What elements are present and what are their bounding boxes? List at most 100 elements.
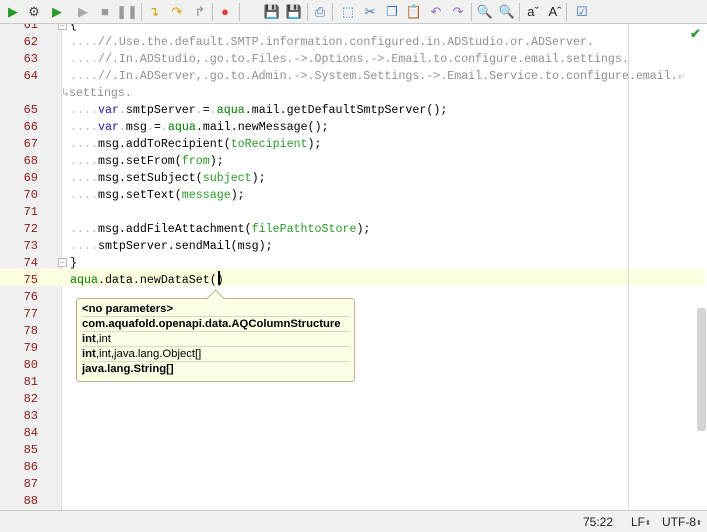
code-editor[interactable]: 61 {62 ....//.Use.the.default.SMTP.informa… — [0, 24, 707, 510]
code-token: ); — [356, 223, 371, 236]
updown-arrows-icon: ⬍ — [696, 520, 702, 527]
text-caret — [218, 271, 220, 285]
code-line[interactable]: 61 { — [0, 24, 628, 34]
code-token: msg.addToRecipient( — [97, 138, 231, 151]
redo-icon[interactable]: ↷ — [449, 3, 467, 21]
save-icon[interactable]: 💾 — [263, 3, 281, 21]
code-line[interactable]: 86 — [0, 459, 628, 476]
code-line[interactable]: 68 ....msg.setFrom(from); — [0, 153, 628, 170]
signature-option[interactable]: <no parameters> — [82, 302, 349, 317]
select-icon[interactable]: ⬚ — [339, 3, 357, 21]
code-line[interactable]: 63 ....//.In.ADStudio,.go.to.Files.->.Opt… — [0, 51, 629, 68]
signature-first-param: int — [82, 348, 96, 360]
checklist-icon[interactable]: ☑ — [573, 3, 591, 21]
whitespace-marker: .... — [70, 155, 98, 168]
whitespace-marker: .... — [70, 189, 98, 202]
fold-end-icon[interactable]: − — [58, 258, 67, 267]
whitespace-marker: . — [195, 104, 203, 117]
code-line[interactable]: 87 — [0, 476, 628, 493]
parameter-hint-popup: <no parameters> com.aquafold.openapi.data… — [76, 298, 355, 382]
whitespace-marker: . — [146, 121, 154, 134]
vertical-scrollbar-thumb[interactable] — [697, 308, 706, 431]
code-text: ....msg.setFrom(from); — [70, 153, 224, 170]
wrap-marker-icon: ↳ — [62, 87, 70, 100]
signature-option[interactable]: com.aquafold.openapi.data.AQColumnStruct… — [82, 317, 349, 332]
line-number: 81 — [23, 375, 38, 389]
signature-option[interactable]: java.lang.String[] — [82, 362, 349, 377]
code-token: .data.newDataSet() — [97, 274, 224, 287]
find-replace-icon[interactable]: 🔍 — [498, 3, 516, 21]
code-text: { — [70, 24, 77, 34]
step-into-icon[interactable]: ↴ — [145, 3, 163, 21]
step-over-icon[interactable]: ↷ — [168, 3, 186, 21]
code-line[interactable]: ↳settings. — [0, 85, 628, 102]
whitespace-marker: .... — [70, 121, 98, 134]
whitespace-marker: . — [160, 121, 168, 134]
code-line[interactable]: 85 — [0, 442, 628, 459]
signature-option[interactable]: int,int — [82, 332, 349, 347]
stop-icon[interactable]: ■ — [96, 3, 114, 21]
signature-rest: ,int,java.lang.Object[] — [95, 348, 202, 360]
code-line[interactable]: 69 ....msg.setSubject(subject); — [0, 170, 628, 187]
whitespace-marker: . — [118, 104, 126, 117]
undo-icon[interactable]: ↶ — [427, 3, 445, 21]
code-line[interactable]: 70 ....msg.setText(message); — [0, 187, 628, 204]
line-number: 75 — [23, 273, 38, 287]
code-line[interactable]: 74} — [0, 255, 628, 272]
resume-icon[interactable]: ▶ — [74, 3, 92, 21]
code-line[interactable]: 65 ....var.smtpServer.=.aqua.mail.getDefa… — [0, 102, 628, 119]
debug-run-icon[interactable]: ⚙ — [25, 3, 43, 21]
code-lines[interactable]: 61 {62 ....//.Use.the.default.SMTP.informa… — [0, 24, 685, 510]
code-line[interactable]: 64 ....//.In.ADServer,.go.to.Admin.->.Sys… — [0, 68, 685, 85]
whitespace-marker: . — [118, 121, 126, 134]
status-bar: 75:22 LF⬍ UTF-8⬍ — [0, 510, 707, 532]
line-number: 69 — [23, 171, 38, 185]
code-line[interactable]: 66 ....var.msg.=.aqua.mail.newMessage(); — [0, 119, 628, 136]
code-token: .mail.getDefaultSmtpServer(); — [244, 104, 448, 117]
code-token: msg — [125, 121, 147, 134]
code-line[interactable]: 84 — [0, 425, 628, 442]
whitespace-marker: .... — [70, 53, 98, 66]
encoding-selector[interactable]: UTF-8⬍ — [662, 515, 702, 529]
line-ending-selector[interactable]: LF⬍ — [631, 515, 651, 529]
no-errors-check-icon: ✔ — [690, 26, 701, 41]
code-line[interactable]: 72 ....msg.addFileAttachment(filePathtoSt… — [0, 221, 628, 238]
whitespace-marker: .... — [70, 240, 98, 253]
code-line[interactable]: 88 — [0, 493, 628, 510]
cut-icon[interactable]: ✂ — [361, 3, 379, 21]
breakpoint-icon[interactable]: ● — [216, 3, 234, 21]
code-text: ....//.Use.the.default.SMTP.information.… — [70, 34, 594, 51]
line-number: 63 — [23, 52, 38, 66]
code-line[interactable]: 71 — [0, 204, 628, 221]
paste-icon[interactable]: 📋 — [405, 3, 423, 21]
code-token: = — [153, 121, 161, 134]
pause-icon[interactable]: ❚❚ — [116, 3, 138, 21]
copy-icon[interactable]: ❐ — [383, 3, 401, 21]
run-icon[interactable]: ▶ — [4, 3, 22, 21]
code-line[interactable]: 62 ....//.Use.the.default.SMTP.informatio… — [0, 34, 628, 51]
code-text: ....smtpServer.sendMail(msg); — [70, 238, 273, 255]
line-number: 62 — [23, 35, 38, 49]
step-out-icon[interactable]: ↱ — [191, 3, 209, 21]
signature-option[interactable]: int,int,java.lang.Object[] — [82, 347, 349, 362]
whitespace-marker: . — [209, 104, 217, 117]
decrease-font-icon[interactable]: aˇ — [524, 3, 542, 21]
code-text: } — [70, 255, 77, 272]
code-line[interactable]: 83 — [0, 408, 628, 425]
print-icon[interactable]: ⎙ — [311, 3, 329, 21]
code-line[interactable]: 73 ....smtpServer.sendMail(msg); — [0, 238, 628, 255]
increase-font-icon[interactable]: Aˆ — [546, 3, 564, 21]
fold-collapse-icon[interactable]: − — [58, 24, 67, 30]
code-token: msg.setFrom( — [97, 155, 182, 168]
toolbar-separator — [141, 3, 142, 21]
save-all-icon[interactable]: 💾 — [285, 3, 303, 21]
code-token: .mail.newMessage(); — [195, 121, 329, 134]
code-line[interactable]: 67 ....msg.addToRecipient(toRecipient); — [0, 136, 628, 153]
code-line[interactable]: 82 — [0, 391, 628, 408]
code-text: ....var.smtpServer.=.aqua.mail.getDefaul… — [70, 102, 447, 119]
code-line[interactable]: 75 aqua.data.newDataSet() — [0, 272, 628, 289]
whitespace-marker: .... — [70, 138, 98, 151]
find-icon[interactable]: 🔍 — [476, 3, 494, 21]
line-number: 61 — [23, 24, 38, 32]
run-in-browser-icon[interactable]: ▶ — [48, 3, 66, 21]
